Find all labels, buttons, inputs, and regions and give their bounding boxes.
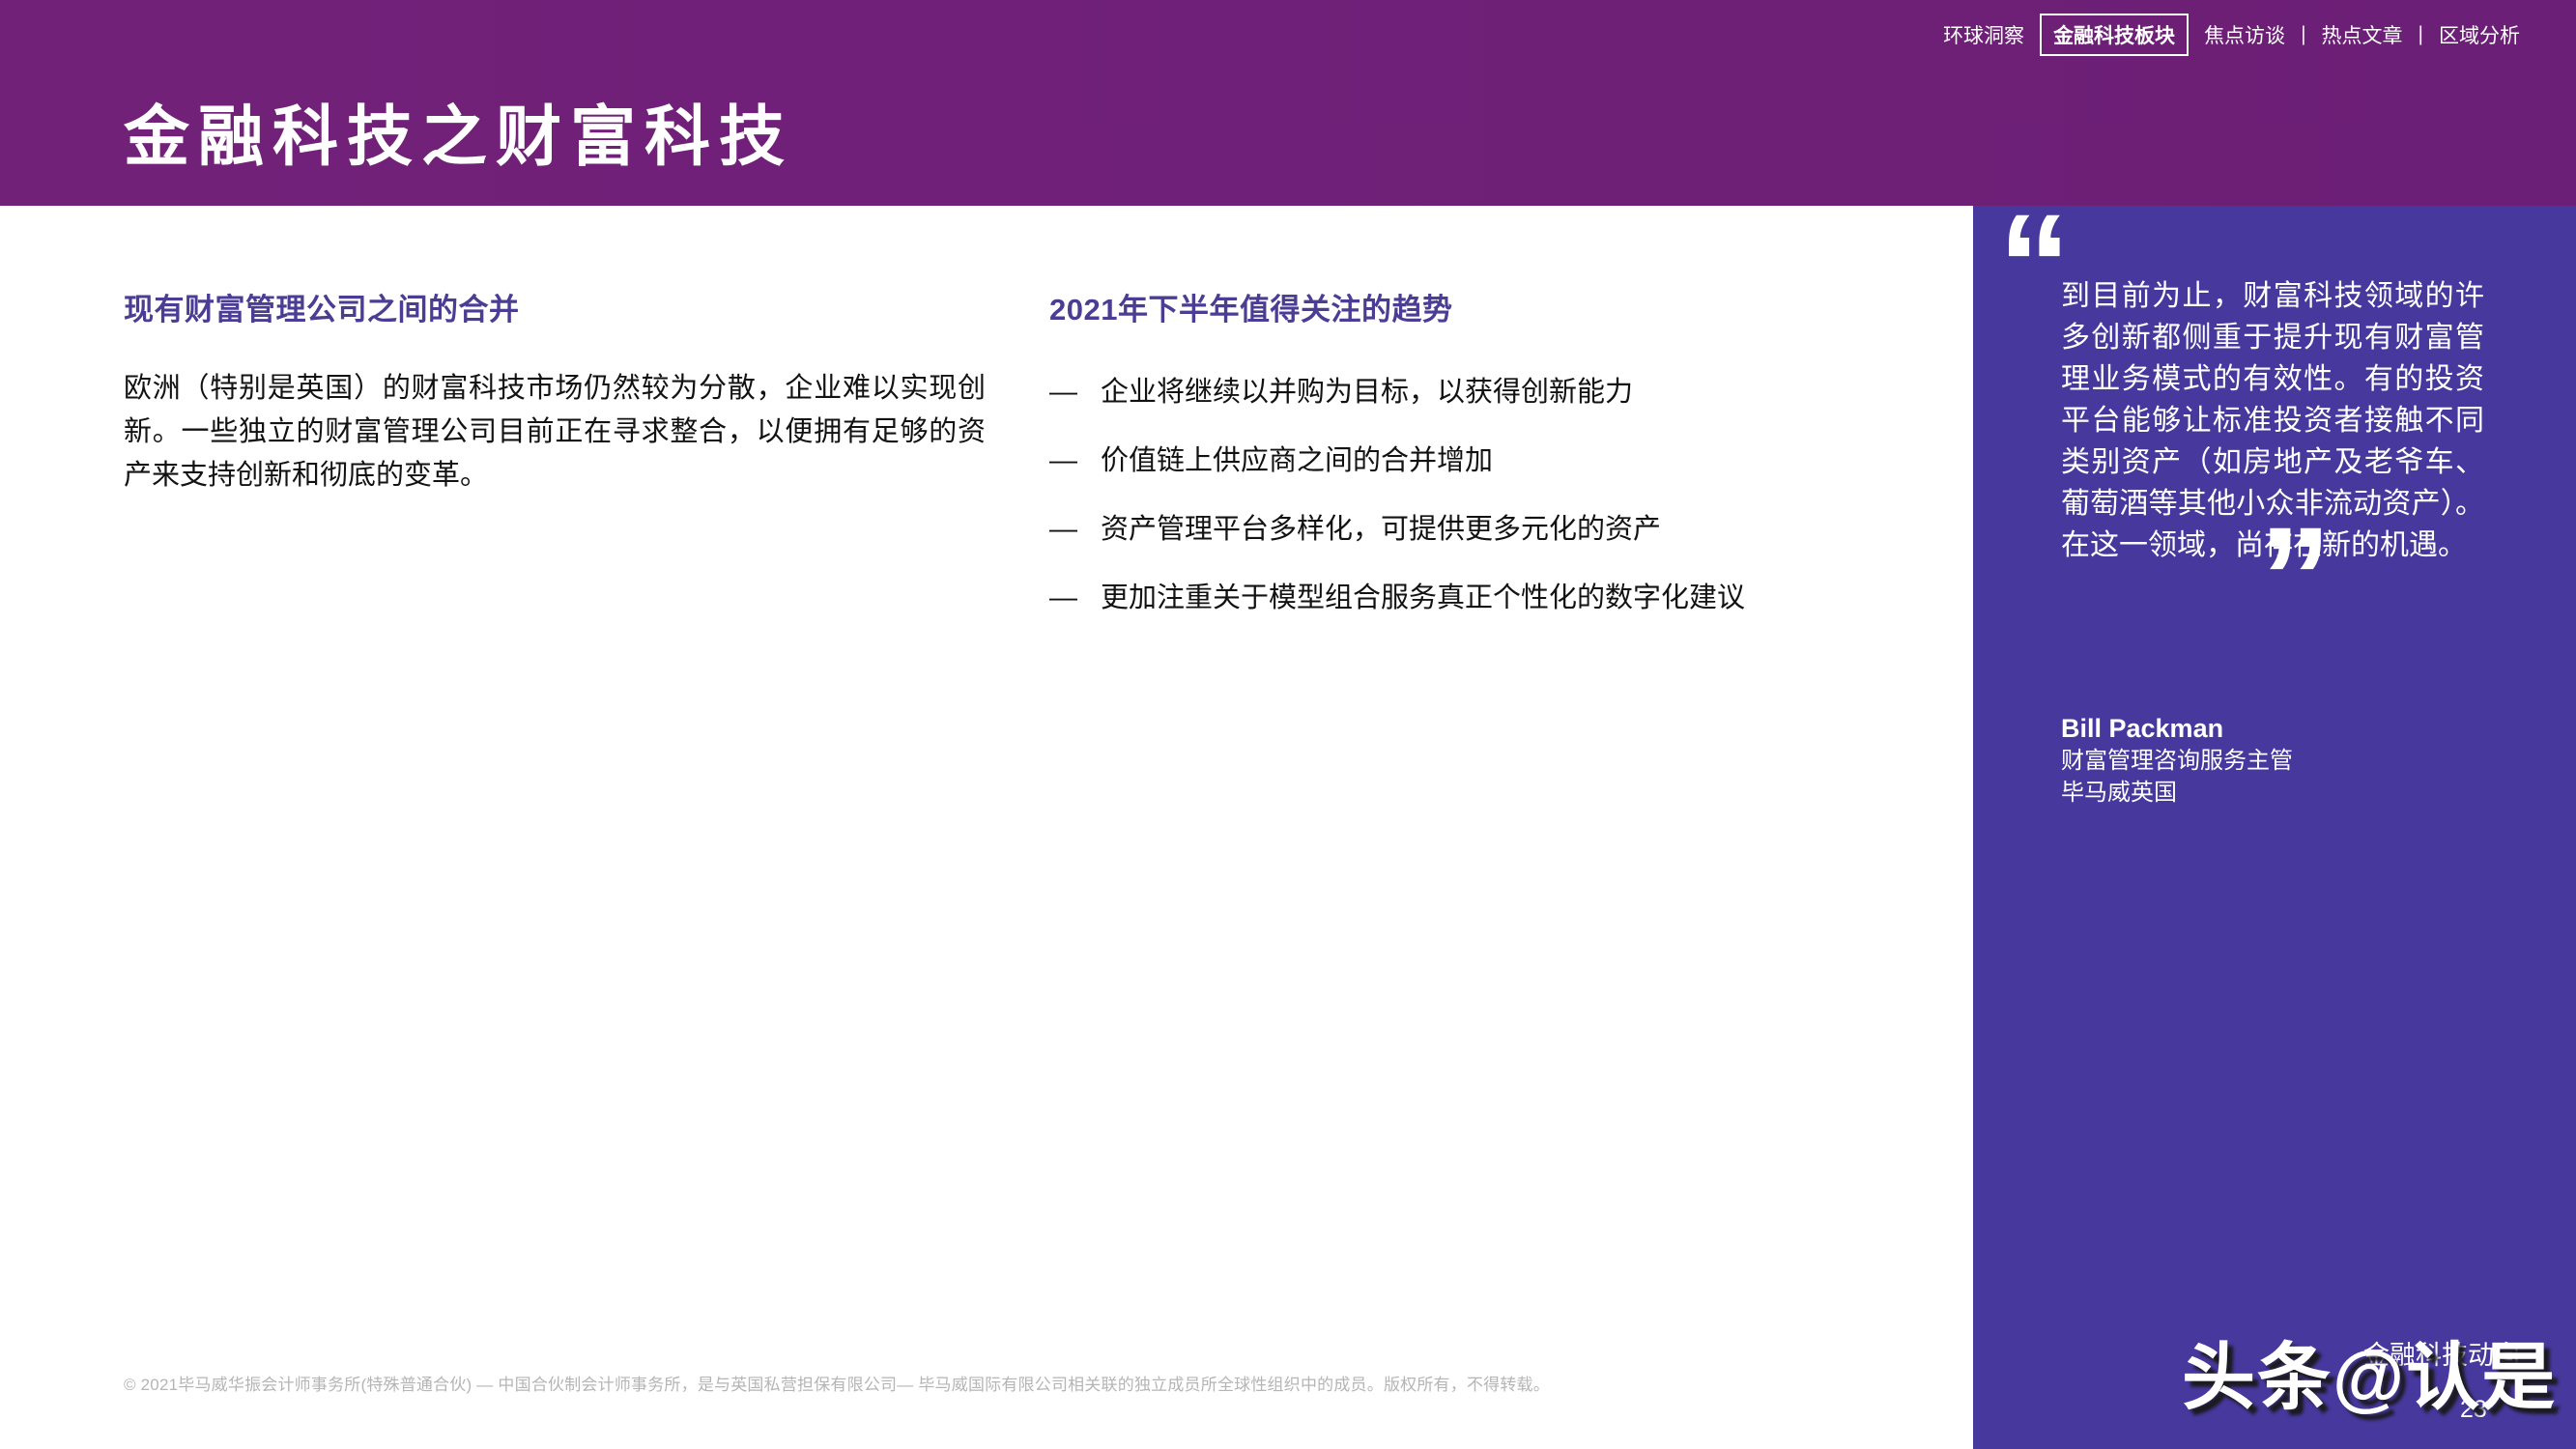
consolidation-paragraph: 欧洲（特别是英国）的财富科技市场仍然较为分散，企业难以实现创新。一些独立的财富管… bbox=[124, 373, 986, 491]
trend-text: 更加注重关于模型组合服务真正个性化的数字化建议 bbox=[1101, 582, 1746, 613]
dash-bullet: — bbox=[1049, 582, 1077, 613]
author-org: 毕马威英国 bbox=[2061, 780, 2177, 806]
top-navigation: 环球洞察 金融科技板块 焦点访谈 | 热点文章 | 区域分析 bbox=[1941, 14, 2522, 56]
column-consolidation: 现有财富管理公司之间的合并 欧洲（特别是英国）的财富科技市场仍然较为分散，企业难… bbox=[124, 285, 993, 497]
nav-separator: | bbox=[2418, 23, 2423, 45]
page-title: 金融科技之财富科技 bbox=[124, 100, 794, 174]
author-name: Bill Packman bbox=[2061, 714, 2224, 743]
author-role: 财富管理咨询服务主管 bbox=[2061, 748, 2293, 774]
consolidation-heading: 现有财富管理公司之间的合并 bbox=[124, 293, 520, 327]
trend-list: — 企业将继续以并购为目标，以获得创新能力 — 价值链上供应商之间的合并增加 —… bbox=[1049, 373, 1977, 617]
nav-item-regional-analysis[interactable]: 区域分析 bbox=[2437, 18, 2522, 51]
dash-bullet: — bbox=[1049, 445, 1077, 476]
nav-item-focus-interviews[interactable]: 焦点访谈 bbox=[2202, 18, 2287, 51]
nav-separator: | bbox=[2301, 23, 2306, 45]
dash-bullet: — bbox=[1049, 377, 1077, 408]
nav-item-hot-articles[interactable]: 热点文章 bbox=[2320, 18, 2405, 51]
nav-item-fintech-section[interactable]: 金融科技板块 bbox=[2040, 14, 2190, 56]
list-item: — 资产管理平台多样化，可提供更多元化的资产 bbox=[1049, 510, 1977, 549]
watermark: 头条@认是 bbox=[2182, 1337, 2558, 1419]
trend-text: 资产管理平台多样化，可提供更多元化的资产 bbox=[1101, 514, 1662, 545]
trend-text: 企业将继续以并购为目标，以获得创新能力 bbox=[1101, 377, 1634, 408]
column-trends: 2021年下半年值得关注的趋势 — 企业将继续以并购为目标，以获得创新能力 — … bbox=[1049, 285, 1977, 647]
slide-page: 环球洞察 金融科技板块 焦点访谈 | 热点文章 | 区域分析 金融科技之财富科技… bbox=[0, 0, 2576, 1449]
list-item: — 企业将继续以并购为目标，以获得创新能力 bbox=[1049, 373, 1977, 412]
trend-text: 价值链上供应商之间的合并增加 bbox=[1101, 445, 1494, 476]
nav-item-global-insights[interactable]: 环球洞察 bbox=[1941, 18, 2026, 51]
trends-heading: 2021年下半年值得关注的趋势 bbox=[1049, 293, 1453, 327]
close-quote-icon: ” bbox=[2259, 497, 2332, 659]
quote-attribution: Bill Packman 财富管理咨询服务主管 毕马威英国 bbox=[2061, 712, 2293, 809]
list-item: — 更加注重关于模型组合服务真正个性化的数字化建议 bbox=[1049, 579, 1977, 617]
header-band: 环球洞察 金融科技板块 焦点访谈 | 热点文章 | 区域分析 金融科技之财富科技 bbox=[0, 0, 2576, 206]
dash-bullet: — bbox=[1049, 514, 1077, 545]
list-item: — 价值链上供应商之间的合并增加 bbox=[1049, 441, 1977, 480]
quote-sidebar: “ 到目前为止，财富科技领域的许多创新都侧重于提升现有财富管理业务模式的有效性。… bbox=[1973, 192, 2576, 1449]
open-quote-icon: “ bbox=[1998, 184, 2071, 346]
copyright-note: © 2021毕马威华振会计师事务所(特殊普通合伙) — 中国合伙制会计师事务所，… bbox=[124, 1376, 1550, 1394]
